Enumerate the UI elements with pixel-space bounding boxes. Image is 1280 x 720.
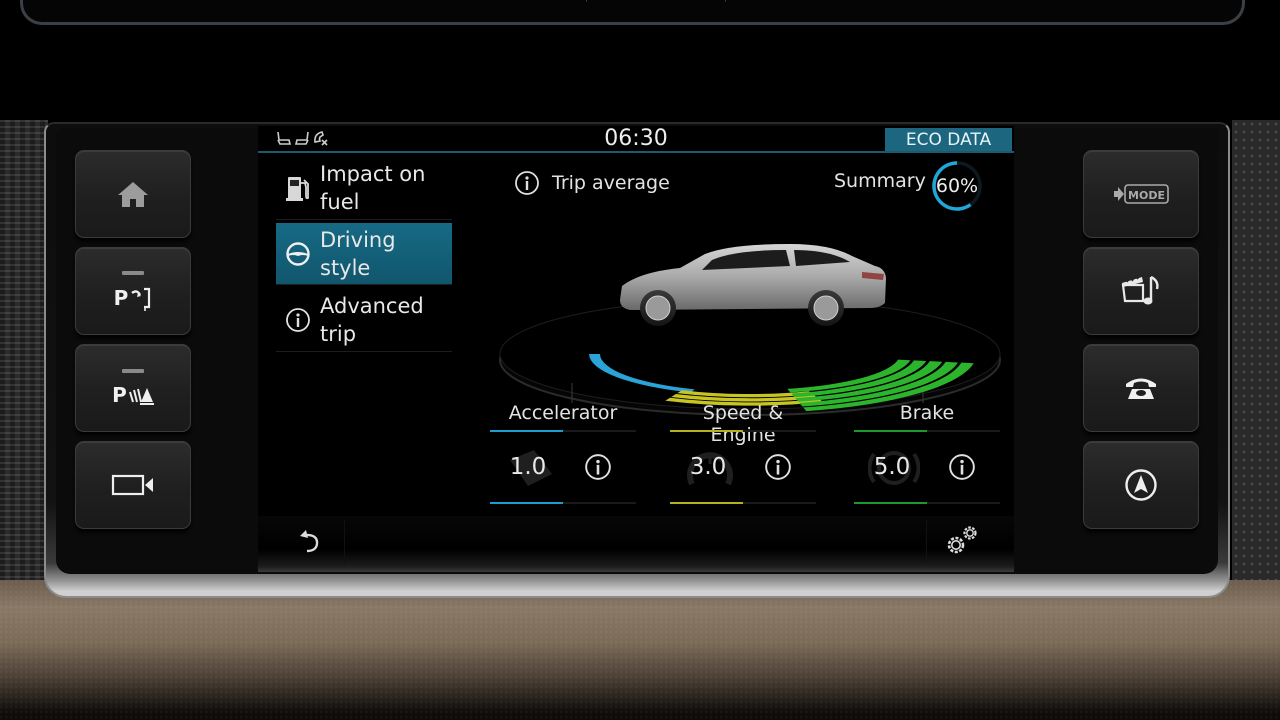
home-button[interactable]: [75, 150, 191, 238]
media-button[interactable]: [1083, 247, 1199, 335]
parking-sensors-button[interactable]: P: [75, 344, 191, 432]
camera-icon: [111, 474, 153, 496]
mode-label: MODE: [1128, 189, 1165, 202]
media-icon: [1121, 275, 1159, 305]
leather-dashboard: [0, 580, 1280, 720]
metric-title: Accelerator: [508, 402, 618, 424]
summary-value: 60%: [935, 175, 979, 197]
fuel-pump-icon: [286, 176, 309, 201]
metric-row: 5.0: [854, 432, 1000, 502]
phone-button[interactable]: [1083, 344, 1199, 432]
metric-bar-fill: [670, 502, 743, 504]
metric-title: Brake: [899, 402, 955, 424]
metric-speed-engine: Speed & Engine 3.0: [670, 402, 816, 504]
metric-value: 5.0: [873, 454, 911, 480]
metric-value: 1.0: [509, 454, 547, 480]
bottom-divider: [926, 520, 927, 564]
section-badge: ECO DATA: [885, 128, 1012, 152]
back-icon[interactable]: [296, 526, 326, 556]
parking-sensor-icon: [128, 388, 154, 405]
info-icon: [515, 171, 539, 195]
info-icon[interactable]: [584, 453, 612, 481]
menu-item-driving-style[interactable]: Driving style: [276, 223, 452, 285]
status-led: [122, 369, 144, 373]
steering-wheel-icon: [286, 241, 310, 266]
hard-buttons-left: P P: [75, 150, 191, 538]
status-led: [122, 271, 144, 275]
bottom-divider: [344, 520, 345, 564]
metric-accelerator: Accelerator 1.0: [490, 402, 636, 504]
status-bar: 06:30 ECO DATA: [258, 126, 1014, 152]
info-icon: [286, 307, 310, 332]
menu-label: Impact on fuel: [320, 161, 426, 214]
info-icon[interactable]: [948, 453, 976, 481]
menu-item-impact-on-fuel[interactable]: Impact on fuel: [276, 156, 452, 220]
mode-icon: MODE: [1114, 184, 1169, 204]
air-vent: [20, 0, 1245, 25]
status-divider: [258, 151, 1014, 153]
bottom-bar: [258, 516, 1014, 572]
navigation-button[interactable]: [1083, 441, 1199, 529]
trip-average-label: Trip average: [552, 172, 670, 194]
trim-panel-right: [1232, 120, 1280, 590]
mode-button[interactable]: MODE: [1083, 150, 1199, 238]
metric-title: Speed & Engine: [702, 402, 784, 446]
touchscreen: 06:30 ECO DATA Impact on fuel Driving st…: [258, 126, 1014, 572]
info-icon[interactable]: [764, 453, 792, 481]
park-assist-label: P: [113, 286, 129, 310]
hard-buttons-right: MODE: [1083, 150, 1199, 538]
metric-bar-fill: [490, 502, 563, 504]
menu-label: Advanced trip: [320, 293, 424, 346]
menu-item-advanced-trip[interactable]: Advanced trip: [276, 288, 452, 352]
metric-row: 3.0: [670, 432, 816, 502]
metric-row: 1.0: [490, 432, 636, 502]
platform-top: [499, 298, 1001, 410]
settings-gears-icon[interactable]: [944, 522, 980, 558]
trim-panel-left: [0, 120, 48, 590]
side-menu: Impact on fuel Driving style Advanced tr…: [276, 156, 452, 352]
metric-bar-fill: [854, 502, 927, 504]
metric-brake: Brake 5.0: [854, 402, 1000, 504]
home-icon: [118, 182, 148, 207]
summary-label: Summary: [834, 170, 926, 192]
park-assist-icon: [131, 287, 151, 311]
navigation-icon: [1125, 469, 1157, 501]
trip-average-button[interactable]: Trip average: [514, 170, 670, 196]
metric-bar: [490, 502, 636, 504]
metric-value: 3.0: [689, 454, 727, 480]
phone-icon: [1126, 378, 1156, 399]
metric-bar: [670, 502, 816, 504]
parking-sensors-label: P: [112, 383, 127, 407]
camera-button[interactable]: [75, 441, 191, 529]
metric-bar: [854, 502, 1000, 504]
vent-clip: [586, 0, 726, 2]
menu-label: Driving style: [320, 227, 396, 280]
park-assist-button[interactable]: P: [75, 247, 191, 335]
